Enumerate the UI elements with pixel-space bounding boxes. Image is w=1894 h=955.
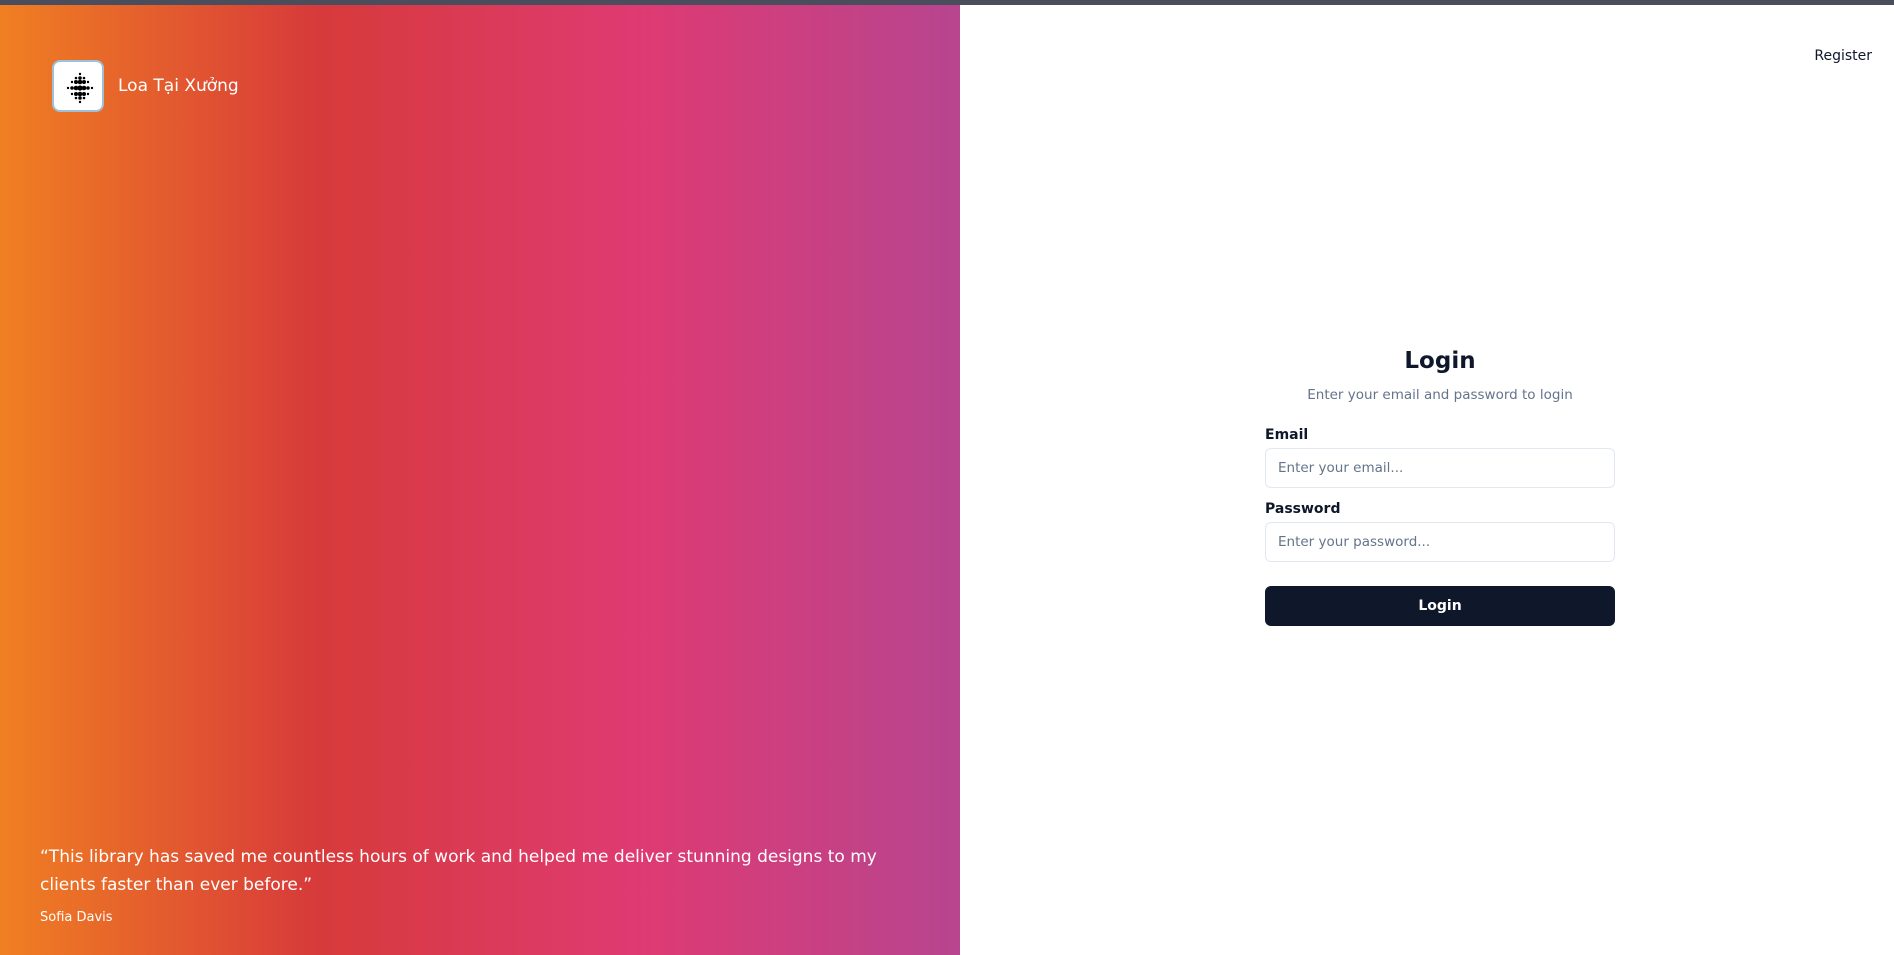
password-field[interactable] bbox=[1265, 522, 1615, 562]
brand[interactable]: Loa Tại Xưởng bbox=[52, 60, 239, 112]
email-field[interactable] bbox=[1265, 448, 1615, 488]
dot-grid-logo-icon bbox=[52, 60, 104, 112]
brand-name: Loa Tại Xưởng bbox=[118, 76, 239, 96]
email-label: Email bbox=[1265, 427, 1309, 443]
page-title: Login bbox=[1404, 348, 1476, 374]
testimonial-author: Sofia Davis bbox=[40, 910, 113, 925]
password-field-group: Password bbox=[1265, 501, 1615, 562]
logo-svg bbox=[66, 72, 94, 104]
email-field-group: Email bbox=[1265, 427, 1615, 488]
page-subtitle: Enter your email and password to login bbox=[1307, 387, 1573, 403]
login-form: Login Enter your email and password to l… bbox=[1265, 345, 1615, 626]
brand-panel: Loa Tại Xưởng “This library has saved me… bbox=[0, 5, 960, 955]
login-button[interactable]: Login bbox=[1265, 586, 1615, 626]
testimonial-quote: “This library has saved me countless hou… bbox=[40, 847, 877, 895]
password-label: Password bbox=[1265, 501, 1341, 517]
register-link[interactable]: Register bbox=[1814, 48, 1872, 64]
